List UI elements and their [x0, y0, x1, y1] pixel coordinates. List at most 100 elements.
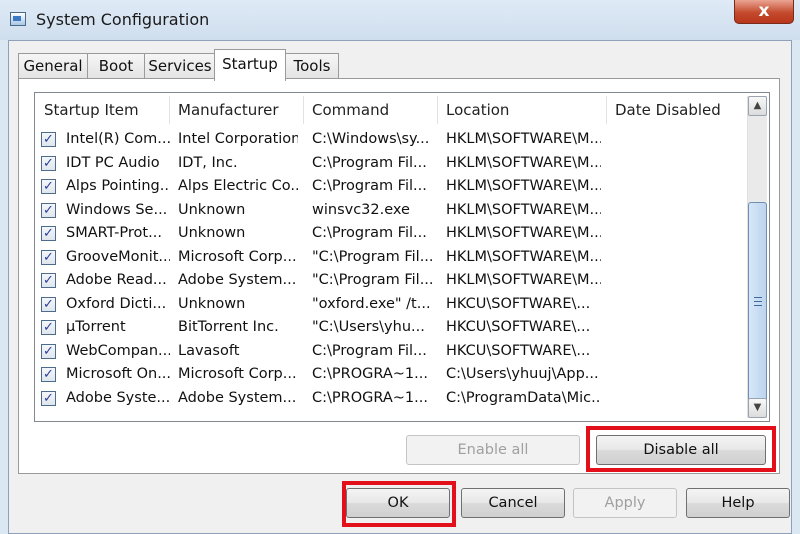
row-startup-item: Adobe Read...	[66, 272, 167, 288]
startup-item-checkbox[interactable]: ✓	[41, 343, 56, 359]
arrow-up-icon: ▲	[753, 100, 762, 111]
startup-item-checkbox[interactable]: ✓	[41, 273, 56, 288]
column-header-startup-item[interactable]: Startup Item	[36, 96, 170, 124]
row-location: HKLM\SOFTWARE\M...	[446, 154, 601, 171]
arrow-down-icon: ▼	[753, 402, 762, 413]
row-manufacturer: Unknown	[178, 225, 246, 241]
startup-item-checkbox[interactable]: ✓	[41, 296, 56, 312]
row-date-disabled	[615, 387, 740, 410]
table-row[interactable]: ✓ IDT PC Audio IDT, Inc. C:\Program Fil... H…	[0, 152, 715, 175]
row-manufacturer: IDT, Inc.	[178, 154, 238, 171]
row-location: HKLM\SOFTWARE\M...	[446, 248, 601, 265]
list-vertical-scrollbar[interactable]: ▲ ▼	[747, 96, 767, 418]
row-location: HKCU\SOFTWARE\...	[446, 295, 591, 312]
row-manufacturer: Microsoft Corp...	[178, 366, 297, 382]
row-date-disabled	[615, 340, 740, 363]
table-row[interactable]: ✓ Intel(R) Com... Intel Corporation C:\Wind…	[0, 128, 715, 151]
tab-services[interactable]: Services	[144, 53, 216, 79]
row-manufacturer: Intel Corporation	[178, 131, 298, 147]
row-startup-item: SMART-Prot...	[66, 225, 162, 241]
row-location: HKLM\SOFTWARE\M...	[446, 178, 601, 194]
row-command: "C:\Users\yhu...	[312, 319, 425, 335]
row-startup-item: Intel(R) Com...	[66, 131, 170, 147]
row-startup-item: Microsoft On...	[66, 366, 170, 382]
row-date-disabled	[615, 222, 740, 245]
startup-item-checkbox[interactable]: ✓	[41, 367, 56, 382]
row-startup-item: WebCompan...	[66, 342, 170, 359]
tab-startup[interactable]: Startup	[214, 49, 286, 81]
column-header-date-disabled[interactable]: Date Disabled	[607, 96, 747, 124]
window-title: System Configuration	[36, 10, 210, 29]
row-date-disabled	[615, 363, 740, 386]
table-row[interactable]: ✓ Alps Pointing... Alps Electric Co... C:\P…	[0, 175, 715, 198]
column-header-location[interactable]: Location	[438, 96, 607, 124]
apply-button[interactable]: Apply	[573, 488, 677, 518]
table-row[interactable]: ✓ µTorrent BitTorrent Inc. "C:\Users\yhu...…	[0, 316, 715, 339]
disable-all-button[interactable]: Disable all	[596, 435, 766, 465]
startup-item-checkbox[interactable]: ✓	[41, 202, 56, 218]
row-manufacturer: Adobe System...	[178, 389, 297, 406]
scrollbar-thumb[interactable]	[748, 202, 767, 402]
scroll-grip-icon	[754, 297, 762, 306]
table-row[interactable]: ✓ Adobe Read... Adobe System... "C:\Program…	[0, 269, 715, 292]
startup-item-checkbox[interactable]: ✓	[41, 155, 56, 171]
table-row[interactable]: ✓ SMART-Prot... Unknown C:\Program Fil... HK…	[0, 222, 715, 245]
close-button[interactable]: x	[734, 0, 794, 24]
row-command: "oxford.exe" /t...	[312, 295, 431, 312]
ok-button[interactable]: OK	[346, 488, 450, 518]
row-location: C:\ProgramData\Mic...	[446, 389, 601, 406]
system-configuration-window: System Configuration x General Boot Serv…	[0, 0, 800, 534]
row-date-disabled	[615, 293, 740, 316]
row-command: C:\Program Fil...	[312, 225, 427, 241]
row-manufacturer: Lavasoft	[178, 342, 240, 359]
column-header-manufacturer[interactable]: Manufacturer	[170, 96, 304, 124]
table-row[interactable]: ✓ Microsoft On... Microsoft Corp... C:\PROG…	[0, 363, 715, 386]
scroll-down-button[interactable]: ▼	[748, 398, 767, 418]
row-date-disabled	[615, 128, 740, 151]
enable-all-button[interactable]: Enable all	[406, 435, 580, 465]
startup-item-checkbox[interactable]: ✓	[41, 132, 56, 147]
tab-boot[interactable]: Boot	[87, 53, 145, 79]
cancel-button[interactable]: Cancel	[461, 488, 565, 518]
startup-item-checkbox[interactable]: ✓	[41, 320, 56, 335]
row-startup-item: Oxford Dicti...	[66, 295, 167, 312]
table-row[interactable]: ✓ Oxford Dicti... Unknown "oxford.exe" /t..…	[0, 293, 715, 316]
table-row[interactable]: ✓ WebCompan... Lavasoft C:\Program Fil... HK…	[0, 340, 715, 363]
startup-item-checkbox[interactable]: ✓	[41, 249, 56, 265]
close-icon: x	[758, 1, 770, 21]
tab-general[interactable]: General	[18, 53, 88, 79]
row-date-disabled	[615, 269, 740, 292]
table-row[interactable]: ✓ Windows Se... Unknown winsvc32.exe HKLM\SO…	[0, 199, 715, 222]
row-date-disabled	[615, 175, 740, 198]
row-manufacturer: Adobe System...	[178, 272, 297, 288]
row-command: C:\Program Fil...	[312, 154, 427, 171]
row-location: HKLM\SOFTWARE\M...	[446, 272, 601, 288]
row-location: HKCU\SOFTWARE\...	[446, 342, 591, 359]
startup-item-checkbox[interactable]: ✓	[41, 226, 56, 241]
row-startup-item: Alps Pointing...	[66, 178, 170, 194]
row-manufacturer: Unknown	[178, 295, 246, 312]
column-header-command[interactable]: Command	[304, 96, 438, 124]
row-location: HKLM\SOFTWARE\M...	[446, 225, 601, 241]
row-startup-item: IDT PC Audio	[66, 154, 160, 171]
row-startup-item: Windows Se...	[66, 201, 168, 218]
row-command: C:\Program Fil...	[312, 178, 427, 194]
help-button[interactable]: Help	[686, 488, 790, 518]
startup-item-checkbox[interactable]: ✓	[41, 390, 56, 406]
row-startup-item: GrooveMonit...	[66, 248, 170, 265]
row-command: C:\Windows\sy...	[312, 131, 430, 147]
row-command: "C:\Program Fil...	[312, 248, 432, 265]
startup-item-checkbox[interactable]: ✓	[41, 179, 56, 194]
row-command: "C:\Program Fil...	[312, 272, 432, 288]
scroll-up-button[interactable]: ▲	[748, 96, 767, 116]
row-command: winsvc32.exe	[312, 201, 410, 218]
row-date-disabled	[615, 246, 740, 269]
row-command: C:\PROGRA~1...	[312, 366, 428, 382]
table-row[interactable]: ✓ Adobe Syste... Adobe System... C:\PROGRA~…	[0, 387, 715, 410]
row-manufacturer: Alps Electric Co...	[178, 178, 298, 194]
row-startup-item: Adobe Syste...	[66, 389, 170, 406]
tab-tools[interactable]: Tools	[285, 53, 339, 79]
table-row[interactable]: ✓ GrooveMonit... Microsoft Corp... "C:\Prog…	[0, 246, 715, 269]
row-location: HKLM\SOFTWARE\M...	[446, 131, 601, 147]
msconfig-app-icon	[10, 12, 26, 26]
